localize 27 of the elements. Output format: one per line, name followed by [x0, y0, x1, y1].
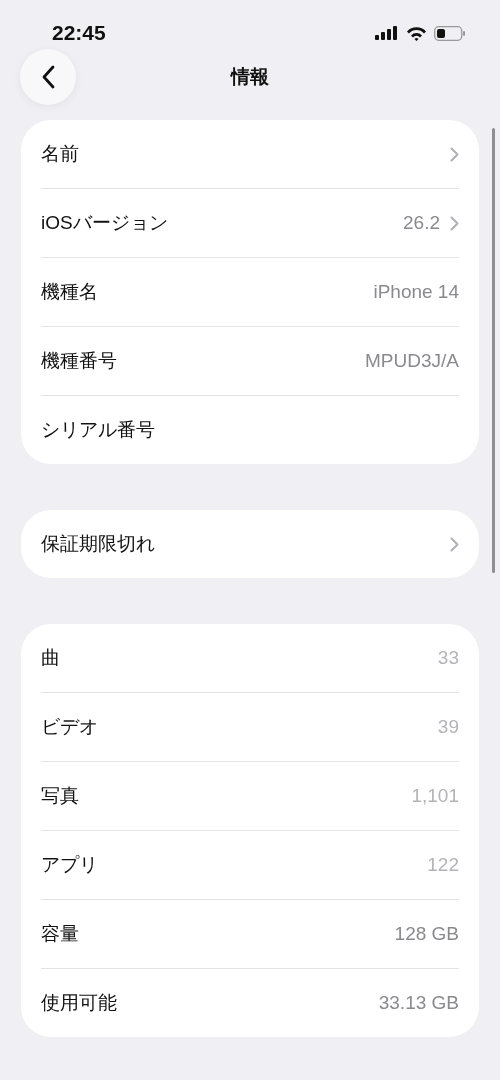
row-value: 128 GB — [394, 923, 459, 945]
row-value: 33.13 GB — [378, 992, 459, 1014]
row-label: 使用可能 — [41, 991, 117, 1015]
row-label: 機種番号 — [41, 349, 117, 373]
row-value: MPUD3J/A — [365, 350, 459, 372]
row-label: 曲 — [41, 646, 60, 670]
row-label: iOSバージョン — [41, 211, 168, 235]
row-value: 39 — [437, 716, 459, 738]
row-label: 名前 — [41, 142, 79, 166]
row-label: 保証期限切れ — [41, 532, 155, 556]
row-label: アプリ — [41, 853, 98, 877]
row-label: 機種名 — [41, 280, 98, 304]
row-label: ビデオ — [41, 715, 98, 739]
back-icon — [41, 65, 55, 89]
row-value: 1,101 — [411, 785, 459, 807]
page-title: 情報 — [229, 65, 270, 89]
row-label: 容量 — [41, 922, 79, 946]
signal-icon — [375, 26, 399, 40]
battery-icon — [434, 25, 466, 41]
row-value: iPhone 14 — [373, 281, 459, 303]
wifi-icon — [406, 25, 427, 41]
row-value: 33 — [437, 647, 459, 669]
row-label: 写真 — [41, 784, 79, 808]
row-value: 122 — [427, 854, 459, 876]
status-time: 22:45 — [52, 21, 106, 45]
row-value: 26.2 — [403, 212, 440, 234]
row-label: シリアル番号 — [41, 418, 155, 442]
